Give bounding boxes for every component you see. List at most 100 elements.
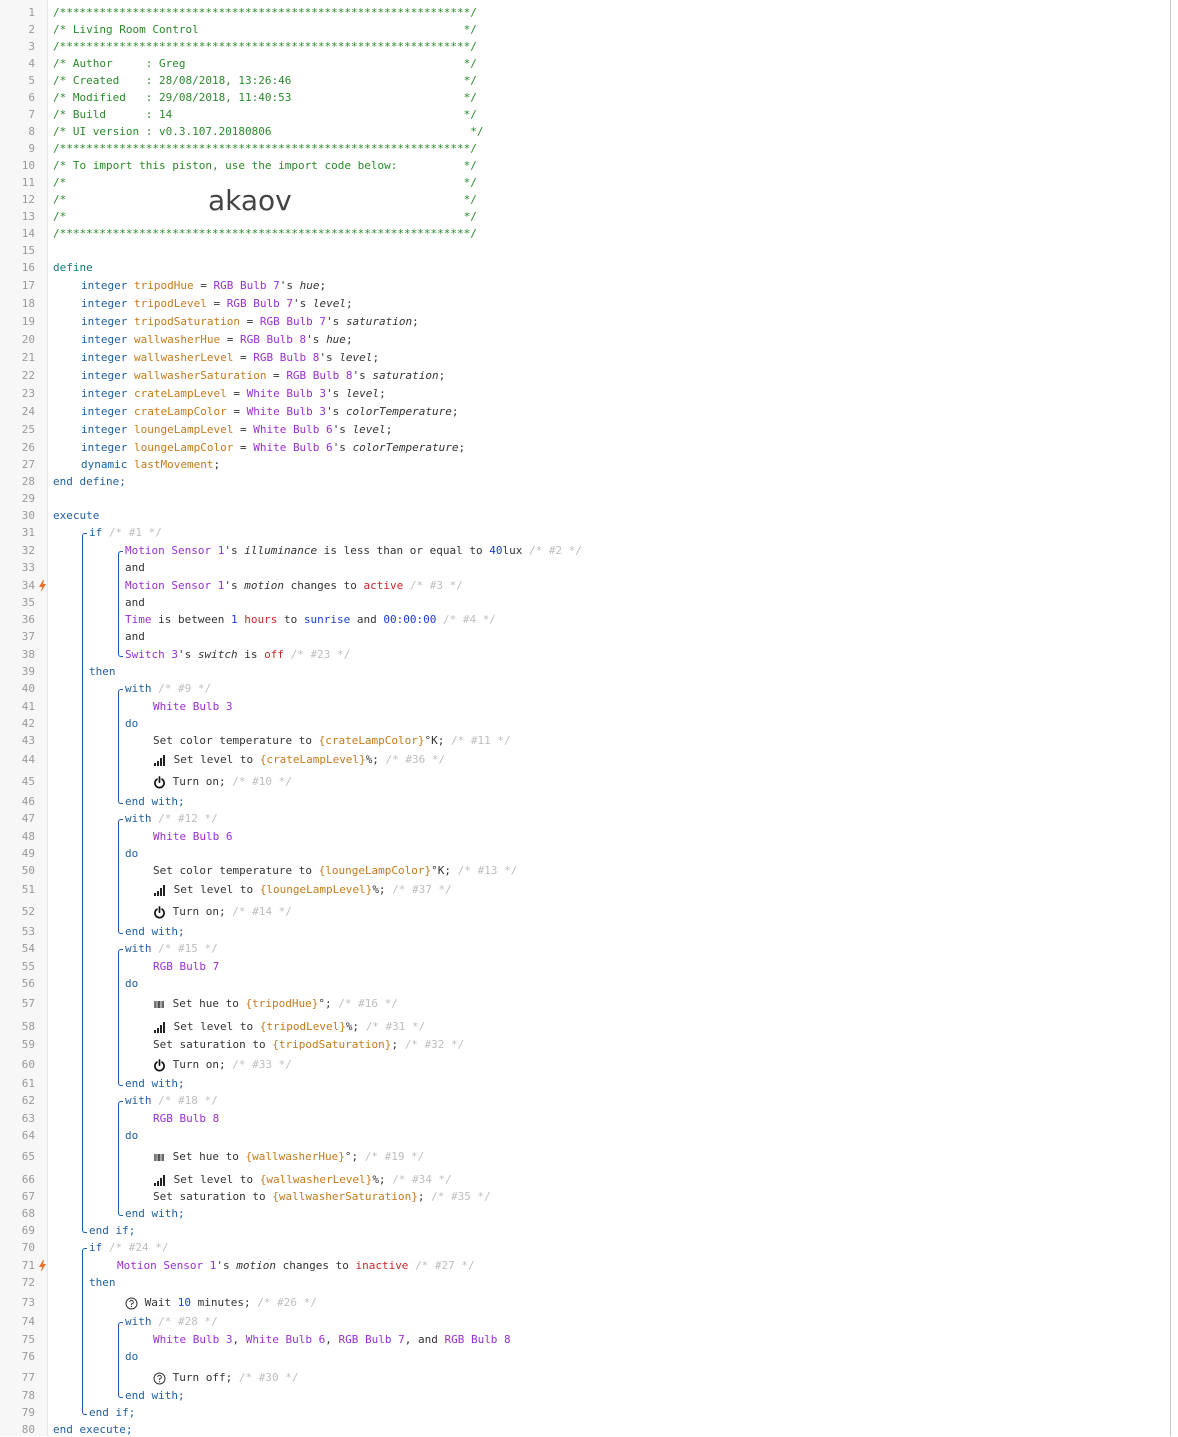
keyword-end-if: end if; <box>89 1224 136 1237</box>
line-number: 9 <box>28 142 35 155</box>
task[interactable]: Set level to {loungeLampLevel}%; /* #37 … <box>153 883 452 897</box>
semicolon: ; <box>379 387 386 400</box>
with-statement[interactable]: with /* #9 */ <box>125 682 211 696</box>
task[interactable]: Set saturation to {wallwasherSaturation}… <box>153 1190 491 1204</box>
variable-name: tripodHue <box>133 279 194 292</box>
keyword-do: do <box>125 977 139 990</box>
task[interactable]: Set hue to {wallwasherHue}°; /* #19 */ <box>153 1150 424 1164</box>
number-value: 1 <box>230 613 238 626</box>
expression: {crateLampColor} <box>318 734 425 747</box>
variable-definition: integer wallwasherSaturation = RGB Bulb … <box>81 369 445 383</box>
statement-id: /* #4 */ <box>442 613 496 626</box>
task-command: Set level to <box>173 883 260 896</box>
possessive: 's <box>326 387 346 400</box>
device-name: White Bulb 6 <box>253 441 333 454</box>
keyword-with: with <box>125 812 152 825</box>
variable-definition: integer crateLampLevel = White Bulb 3's … <box>81 387 386 401</box>
variable-definition: integer crateLampColor = White Bulb 3's … <box>81 405 459 419</box>
suffix: %; <box>372 883 386 896</box>
statement-id: /* #14 */ <box>232 905 292 918</box>
import-code[interactable]: akaov <box>208 186 292 216</box>
then-keyword: then <box>89 665 116 679</box>
line-number: 26 <box>21 441 35 454</box>
statement-id: /* #23 */ <box>290 648 351 661</box>
line-number: 31 <box>21 526 35 539</box>
line-number: 42 <box>21 717 35 730</box>
line-number: 64 <box>21 1129 35 1142</box>
condition[interactable]: Time is between 1 hours to sunrise and 0… <box>125 613 496 627</box>
statement-id: /* #11 */ <box>451 734 511 747</box>
end-execute-line: end execute; <box>53 1423 132 1437</box>
type-keyword: integer <box>81 333 128 346</box>
keyword-end-with: end with; <box>125 1207 185 1220</box>
separator: , <box>325 1333 339 1346</box>
unit: minutes; <box>191 1296 251 1309</box>
number-value: 40 <box>489 544 503 557</box>
task-command: Set saturation to <box>153 1038 273 1051</box>
device-name: RGB Bulb 7 <box>153 960 220 973</box>
with-statement[interactable]: with /* #18 */ <box>125 1094 218 1108</box>
condition[interactable]: Motion Sensor 1's motion changes to acti… <box>125 579 463 593</box>
task[interactable]: Set level to {tripodLevel}%; /* #31 */ <box>153 1020 425 1034</box>
task[interactable]: Wait 10 minutes; /* #26 */ <box>125 1296 317 1310</box>
end-with: end with; <box>125 925 185 939</box>
task[interactable]: Set saturation to {tripodSaturation}; /*… <box>153 1038 464 1052</box>
possessive: 's <box>306 333 327 346</box>
line-number: 5 <box>28 74 35 87</box>
comment-text: /* To import this piston, use the import… <box>53 159 477 172</box>
header-comment-line: /***************************************… <box>53 6 477 20</box>
if-statement[interactable]: if /* #24 */ <box>89 1241 168 1255</box>
semicolon: ; <box>345 297 353 310</box>
line-number: 56 <box>21 977 35 990</box>
task[interactable]: Set color temperature to {loungeLampColo… <box>153 864 517 878</box>
task[interactable]: Turn off; /* #30 */ <box>153 1371 298 1385</box>
task[interactable]: Turn on; /* #14 */ <box>153 905 292 919</box>
suffix: °; <box>318 997 332 1010</box>
possessive: 's <box>224 544 245 557</box>
operator: = <box>193 279 214 292</box>
statement-id: /* #19 */ <box>364 1150 425 1163</box>
statement-id: /* #26 */ <box>257 1296 317 1309</box>
block-bracket <box>118 949 123 1086</box>
condition[interactable]: Switch 3's switch is off /* #23 */ <box>125 648 350 662</box>
clock-question-icon <box>125 1297 138 1309</box>
condition[interactable]: Motion Sensor 1's illuminance is less th… <box>125 544 582 558</box>
task[interactable]: Set level to {wallwasherLevel}%; /* #34 … <box>153 1173 452 1187</box>
type-keyword: integer <box>81 279 128 292</box>
line-number: 27 <box>21 458 35 471</box>
line-number: 54 <box>21 942 35 955</box>
task-command: Wait <box>144 1296 178 1309</box>
comment-text: /* Living Room Control */ <box>53 23 477 36</box>
attribute-name: illuminance <box>244 544 318 557</box>
statement-id: /* #30 */ <box>238 1371 299 1384</box>
task[interactable]: Turn on; /* #33 */ <box>153 1058 292 1072</box>
task[interactable]: Turn on; /* #10 */ <box>153 775 292 789</box>
unit: hours <box>237 613 278 626</box>
suffix: °K; <box>431 864 452 877</box>
statement-id: /* #18 */ <box>158 1094 218 1107</box>
task[interactable]: Set hue to {tripodHue}°; /* #16 */ <box>153 997 398 1011</box>
logical-and: and <box>125 561 145 574</box>
value: active <box>363 579 404 592</box>
device-name: Motion Sensor 1 <box>125 579 225 592</box>
attribute-name: hue <box>326 333 346 346</box>
line-number: 41 <box>21 700 35 713</box>
clock-question-icon <box>153 1372 166 1384</box>
condition[interactable]: Motion Sensor 1's motion changes to inac… <box>117 1259 475 1273</box>
operator: = <box>266 369 287 382</box>
comment-text: /***************************************… <box>53 40 477 53</box>
line-number: 67 <box>21 1190 35 1203</box>
with-statement[interactable]: with /* #12 */ <box>125 812 218 826</box>
task[interactable]: Set level to {crateLampLevel}%; /* #36 *… <box>153 753 445 767</box>
then-keyword: then <box>89 1276 116 1290</box>
task[interactable]: Set color temperature to {crateLampColor… <box>153 734 511 748</box>
line-number: 71 <box>21 1259 35 1272</box>
with-statement[interactable]: with /* #15 */ <box>125 942 218 956</box>
line-number: 10 <box>21 159 35 172</box>
line-number: 51 <box>21 883 35 896</box>
if-statement[interactable]: if /* #1 */ <box>89 526 162 540</box>
device-name: White Bulb 6 <box>245 1333 326 1346</box>
block-bracket <box>82 1248 87 1415</box>
do-keyword: do <box>125 717 138 731</box>
with-statement[interactable]: with /* #28 */ <box>125 1315 218 1329</box>
